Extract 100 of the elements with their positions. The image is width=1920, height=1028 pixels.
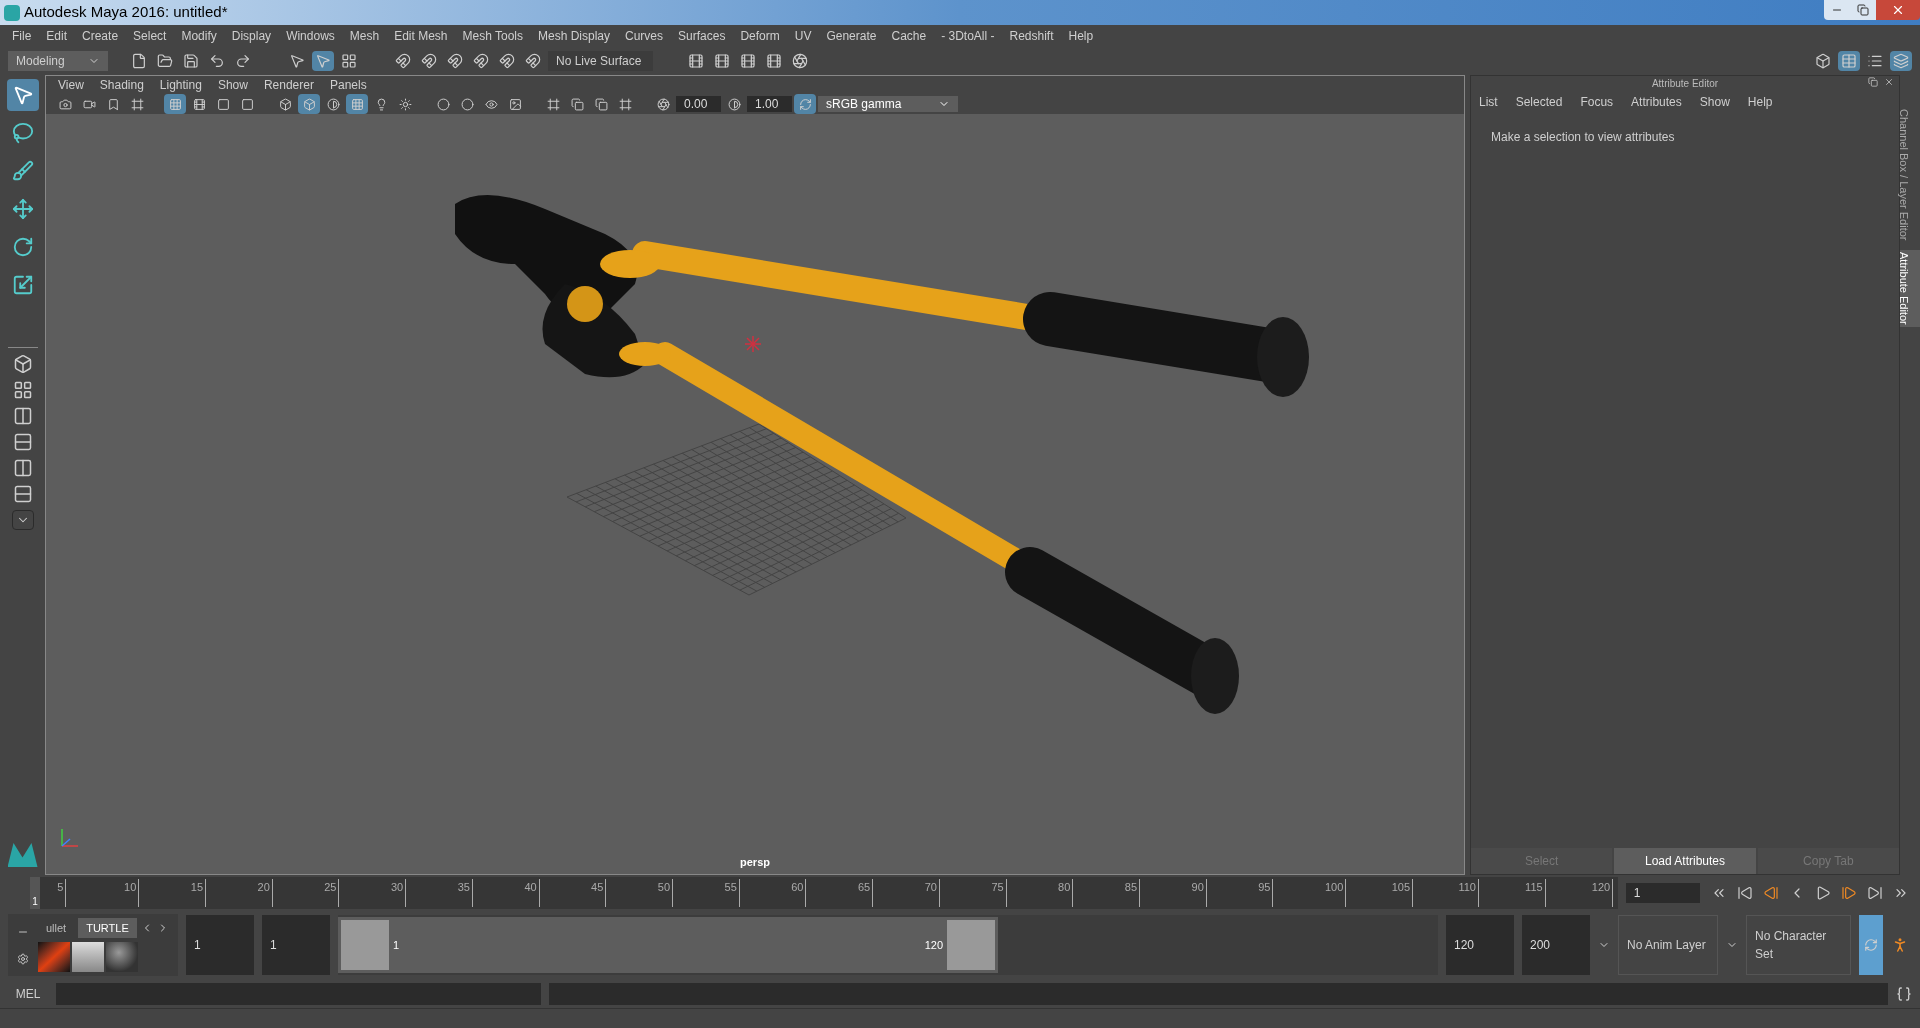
minimize-button[interactable] xyxy=(1824,0,1850,20)
menu-item[interactable]: Help xyxy=(1068,27,1094,45)
menu-item[interactable]: Create xyxy=(82,27,119,45)
frame-tick-label: 80 xyxy=(1058,879,1072,895)
frame-tick-label: 20 xyxy=(257,879,271,895)
shelf-tab[interactable]: TURTLE xyxy=(78,918,137,938)
range-handle[interactable] xyxy=(947,920,995,970)
range-handle[interactable] xyxy=(341,920,389,970)
frame-tick-label: 100 xyxy=(1324,879,1345,895)
select-tool-icon[interactable] xyxy=(6,79,39,111)
camera-label: persp xyxy=(740,854,770,870)
panel-menu-item[interactable]: Attributes xyxy=(1631,93,1682,111)
frame-tick-label: 35 xyxy=(457,879,471,895)
menu-item[interactable]: Edit xyxy=(46,27,68,45)
menu-item[interactable]: Windows xyxy=(286,27,335,45)
menu-item[interactable]: Select xyxy=(133,27,167,45)
current-frame-marker[interactable]: 1 xyxy=(30,876,40,909)
menu-item[interactable]: Deform xyxy=(740,27,780,45)
attribute-editor-icon[interactable] xyxy=(1838,51,1860,71)
range-end-label: 120 xyxy=(924,937,943,953)
frame-tick-label: 95 xyxy=(1258,879,1272,895)
channel-box-icon[interactable] xyxy=(1890,51,1912,71)
script-editor-icon[interactable] xyxy=(1896,986,1912,1002)
panel-menu-item[interactable]: Focus xyxy=(1580,93,1614,111)
character-set-dropdown[interactable]: No Character Set xyxy=(1746,915,1851,975)
color-space-dropdown[interactable]: sRGB gamma xyxy=(818,96,958,112)
panel-menu-item[interactable]: Lighting xyxy=(159,76,202,94)
menu-item[interactable]: Redshift xyxy=(1009,27,1054,45)
float-icon[interactable] xyxy=(1867,76,1879,88)
range-slider[interactable]: 1 120 xyxy=(338,917,998,973)
frame-tick-label: 115 xyxy=(1525,879,1544,895)
menu-item[interactable]: Cache xyxy=(891,27,927,45)
menu-item[interactable]: Mesh xyxy=(349,27,380,45)
close-icon xyxy=(1891,3,1905,17)
side-tab[interactable]: Attribute Editor xyxy=(1900,250,1920,328)
menu-set-dropdown[interactable]: Modeling xyxy=(8,51,108,71)
panel-menu-item[interactable]: View xyxy=(58,76,84,94)
restore-icon xyxy=(1857,4,1869,16)
live-surface-field[interactable]: No Live Surface xyxy=(548,51,653,71)
menu-item[interactable]: Generate xyxy=(826,27,877,45)
anim-layer-dropdown[interactable]: No Anim Layer xyxy=(1618,915,1718,975)
empty-selection-message: Make a selection to view attributes xyxy=(1490,129,1676,146)
frame-tick-label: 5 xyxy=(57,879,65,895)
attribute-editor-button[interactable]: Load Attributes xyxy=(1614,848,1756,874)
frame-tick-label: 50 xyxy=(657,879,672,895)
menu-item[interactable]: Surfaces xyxy=(678,27,726,45)
close-icon[interactable] xyxy=(1883,76,1895,88)
frame-tick-label: 10 xyxy=(124,879,138,895)
panel-menu-item[interactable]: Show xyxy=(1699,93,1730,111)
frame-tick-label: 25 xyxy=(324,879,338,895)
menu-item[interactable]: Edit Mesh xyxy=(394,27,448,45)
side-tab[interactable]: Channel Box / Layer Editor xyxy=(1900,107,1920,243)
gamma-field[interactable]: 1.00 xyxy=(747,96,792,112)
menu-item[interactable]: Curves xyxy=(625,27,664,45)
frame-tick-label: 45 xyxy=(591,879,605,895)
frame-tick-label: 40 xyxy=(524,879,538,895)
start-time-field[interactable]: 1 xyxy=(186,915,254,975)
frame-tick-label: 60 xyxy=(791,879,805,895)
texture-icon[interactable] xyxy=(346,94,368,114)
pointer-icon[interactable] xyxy=(312,51,334,71)
current-frame-field[interactable]: 1 xyxy=(1625,882,1700,903)
time-slider[interactable]: 1 5 10 15 20 25 30 35 40 45 50 55 60 65 70 75 80 85 90 95 100 105 110 115 120 xyxy=(30,876,1618,909)
playback-start-field[interactable]: 1 xyxy=(262,915,330,975)
frame-tick-label: 90 xyxy=(1191,879,1205,895)
menu-item[interactable]: File xyxy=(12,27,32,45)
grid-icon[interactable] xyxy=(164,94,186,114)
frame-tick-label: 30 xyxy=(390,879,405,895)
panel-menu-item[interactable]: Shading xyxy=(99,76,144,94)
menu-item[interactable]: UV xyxy=(794,27,812,45)
exposure-field[interactable]: 0.00 xyxy=(676,96,721,112)
panel-menu-item[interactable]: Panels xyxy=(329,76,367,94)
menu-item[interactable]: Mesh Display xyxy=(538,27,611,45)
menu-item[interactable]: Mesh Tools xyxy=(462,27,523,45)
panel-menu-item[interactable]: Show xyxy=(217,76,248,94)
panel-menu-item[interactable]: List xyxy=(1479,93,1498,111)
command-input-field[interactable] xyxy=(56,983,541,1005)
frame-tick-label: 120 xyxy=(1591,879,1612,895)
range-start-label: 1 xyxy=(393,937,400,953)
frame-tick-label: 65 xyxy=(857,879,872,895)
menu-item[interactable]: Display xyxy=(231,27,272,45)
frame-tick-label: 105 xyxy=(1391,879,1411,895)
shelf-tab[interactable]: ullet xyxy=(38,918,75,938)
maximize-button[interactable] xyxy=(1850,0,1876,20)
frame-tick-label: 110 xyxy=(1458,879,1477,895)
pivot-icon xyxy=(744,335,762,353)
frame-tick-label: 85 xyxy=(1124,879,1139,895)
color-management-icon[interactable] xyxy=(794,94,816,114)
menu-item[interactable]: Modify xyxy=(181,27,217,45)
end-time-field[interactable]: 200 xyxy=(1522,915,1590,975)
panel-menu-item[interactable]: Selected xyxy=(1515,93,1563,111)
panel-menu-item[interactable]: Help xyxy=(1747,93,1773,111)
shaded-cube-icon[interactable] xyxy=(298,94,320,114)
command-language-label[interactable]: MEL xyxy=(8,985,48,1003)
window-title: Autodesk Maya 2016: untitled* xyxy=(24,2,228,23)
menu-item[interactable]: - 3DtoAll - xyxy=(941,27,995,45)
caret-icon[interactable] xyxy=(11,510,34,530)
frame-tick-label: 15 xyxy=(190,879,205,895)
panel-menu-item[interactable]: Renderer xyxy=(263,76,314,94)
playback-end-field[interactable]: 120 xyxy=(1446,915,1514,975)
frame-tick-label: 75 xyxy=(991,879,1005,895)
